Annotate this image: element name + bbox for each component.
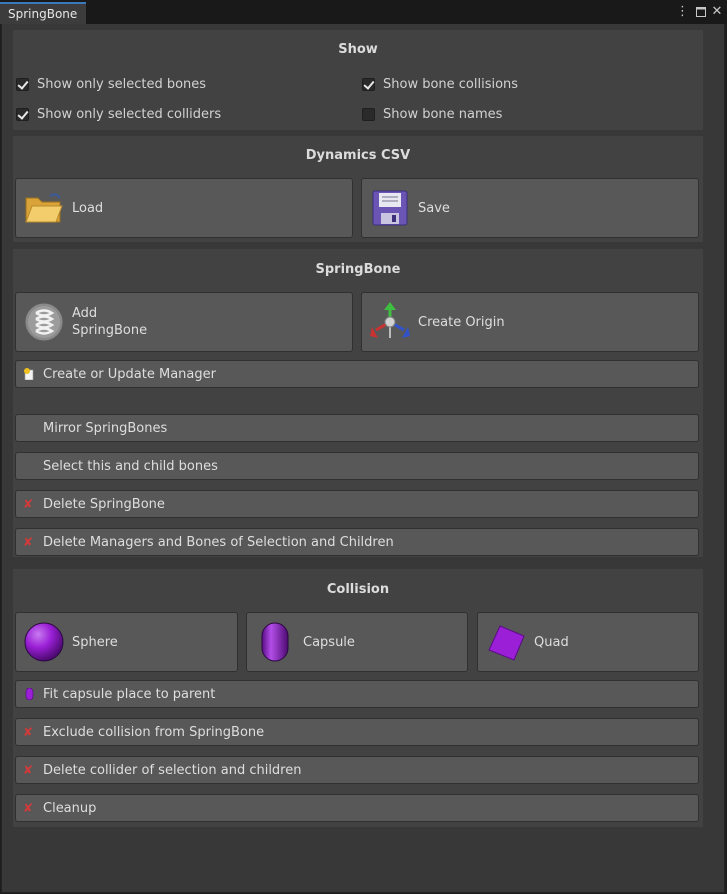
create-manager-label: Create or Update Manager — [43, 367, 216, 382]
delete-managers-label: Delete Managers and Bones of Selection a… — [43, 535, 394, 550]
delete-collider-button[interactable]: ✘ Delete collider of selection and child… — [15, 756, 699, 784]
select-children-label: Select this and child bones — [43, 459, 218, 474]
capsule-label: Capsule — [303, 634, 355, 650]
checkbox-box[interactable] — [16, 78, 29, 91]
select-child-bones-button[interactable]: Select this and child bones — [15, 452, 699, 480]
tab-title: SpringBone — [8, 7, 78, 21]
sphere-icon — [24, 622, 64, 662]
tab-springbone[interactable]: SpringBone — [0, 2, 86, 24]
maximize-icon[interactable] — [694, 4, 708, 20]
delete-managers-button[interactable]: ✘ Delete Managers and Bones of Selection… — [15, 528, 699, 556]
save-label: Save — [418, 200, 450, 216]
delete-icon: ✘ — [23, 497, 34, 511]
quad-button[interactable]: Quad — [477, 612, 699, 672]
capsule-button[interactable]: Capsule — [246, 612, 468, 672]
delete-springbone-button[interactable]: ✘ Delete SpringBone — [15, 490, 699, 518]
sphere-button[interactable]: Sphere — [15, 612, 238, 672]
fit-capsule-label: Fit capsule place to parent — [43, 687, 216, 702]
load-label: Load — [72, 200, 104, 216]
fit-capsule-button[interactable]: Fit capsule place to parent — [15, 680, 699, 708]
delete-icon: ✘ — [23, 801, 34, 815]
collision-title: Collision — [326, 582, 390, 597]
floppy-disk-icon — [372, 190, 408, 226]
add-springbone-label: Add SpringBone — [72, 306, 148, 338]
collision-section: Collision Sphere Capsule Quad Fit capsul… — [13, 569, 703, 827]
dynamics-csv-section: Dynamics CSV Load Save — [13, 136, 703, 242]
tab-bar: SpringBone ⋮ ✕ — [0, 0, 727, 24]
checkbox-label: Show bone collisions — [383, 77, 519, 92]
mirror-springbones-button[interactable]: Mirror SpringBones — [15, 414, 699, 442]
sphere-label: Sphere — [72, 634, 118, 650]
exclude-collision-button[interactable]: ✘ Exclude collision from SpringBone — [15, 718, 699, 746]
cleanup-button[interactable]: ✘ Cleanup — [15, 794, 699, 822]
exclude-label: Exclude collision from SpringBone — [43, 725, 265, 740]
quad-icon — [488, 625, 525, 661]
mirror-label: Mirror SpringBones — [43, 421, 168, 436]
capsule-icon — [261, 622, 289, 662]
add-springbone-button[interactable]: Add SpringBone — [15, 292, 353, 352]
kebab-menu-icon[interactable]: ⋮ — [676, 4, 689, 20]
checkbox-box[interactable] — [16, 108, 29, 121]
capsule-icon — [25, 688, 34, 700]
checkbox-box[interactable] — [362, 78, 375, 91]
create-origin-label: Create Origin — [418, 314, 505, 330]
delete-collider-label: Delete collider of selection and childre… — [43, 763, 302, 778]
springbone-title: SpringBone — [315, 262, 401, 277]
save-button[interactable]: Save — [361, 178, 699, 238]
show-section: Show Show only selected bones Show bone … — [13, 30, 703, 130]
checkbox-label: Show only selected bones — [37, 77, 207, 92]
folder-icon — [25, 193, 63, 223]
springbone-window: Show Show only selected bones Show bone … — [1, 24, 725, 893]
delete-icon: ✘ — [23, 725, 34, 739]
quad-label: Quad — [534, 634, 569, 650]
new-script-icon — [24, 368, 34, 380]
dynamics-title: Dynamics CSV — [305, 148, 411, 163]
show-title: Show — [338, 42, 378, 57]
spring-icon — [24, 302, 64, 342]
create-origin-button[interactable]: Create Origin — [361, 292, 699, 352]
delete-springbone-label: Delete SpringBone — [43, 497, 165, 512]
checkbox-label: Show only selected colliders — [37, 107, 222, 122]
checkbox-box[interactable] — [362, 108, 375, 121]
springbone-section: SpringBone Add SpringBone Create Origin — [13, 249, 703, 557]
checkbox-label: Show bone names — [383, 107, 503, 122]
create-update-manager-button[interactable]: Create or Update Manager — [15, 360, 699, 388]
cleanup-label: Cleanup — [43, 801, 97, 816]
load-button[interactable]: Load — [15, 178, 353, 238]
transform-gizmo-icon — [370, 302, 410, 338]
delete-icon: ✘ — [23, 535, 34, 549]
close-icon[interactable]: ✕ — [710, 4, 724, 20]
delete-icon: ✘ — [23, 763, 34, 777]
